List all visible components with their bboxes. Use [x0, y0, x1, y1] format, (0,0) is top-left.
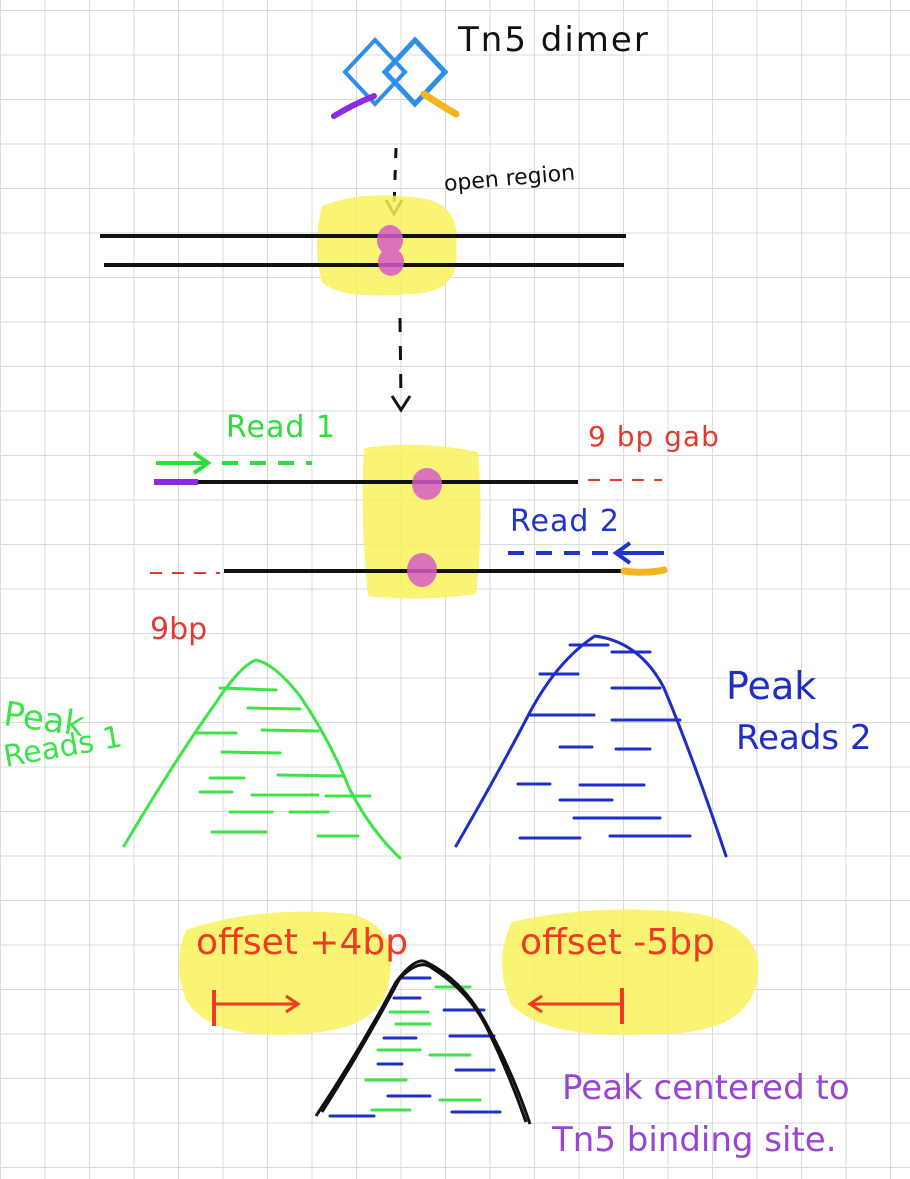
gap-9bp-bottom-label: 9bp: [150, 612, 208, 647]
offset-plus-label: offset +4bp: [196, 922, 409, 963]
centered-peak-caption-line1: Peak centered to: [562, 1068, 850, 1108]
read2-adapter: [620, 566, 668, 576]
tn5-dimer-label: Tn5 dimer: [458, 20, 650, 60]
peak-reads1: [122, 658, 402, 860]
centered-peak-caption-line2: Tn5 binding site.: [552, 1120, 837, 1160]
arrow-to-reads: [390, 317, 412, 413]
read2-label: Read 2: [510, 504, 621, 539]
read2-arrow: [508, 541, 664, 565]
read1-arrow: [156, 451, 312, 475]
peak-reads2-title: Peak: [726, 664, 817, 708]
read1-label: Read 1: [226, 410, 337, 445]
adapter-purple: [331, 93, 377, 119]
peak-reads2: [454, 634, 728, 858]
adapter-orange: [420, 90, 460, 118]
gap-9bp-top-label: 9 bp gab: [588, 420, 720, 453]
offset-minus-label: offset -5bp: [520, 922, 715, 963]
peak-reads2-subtitle: Reads 2: [736, 718, 872, 758]
